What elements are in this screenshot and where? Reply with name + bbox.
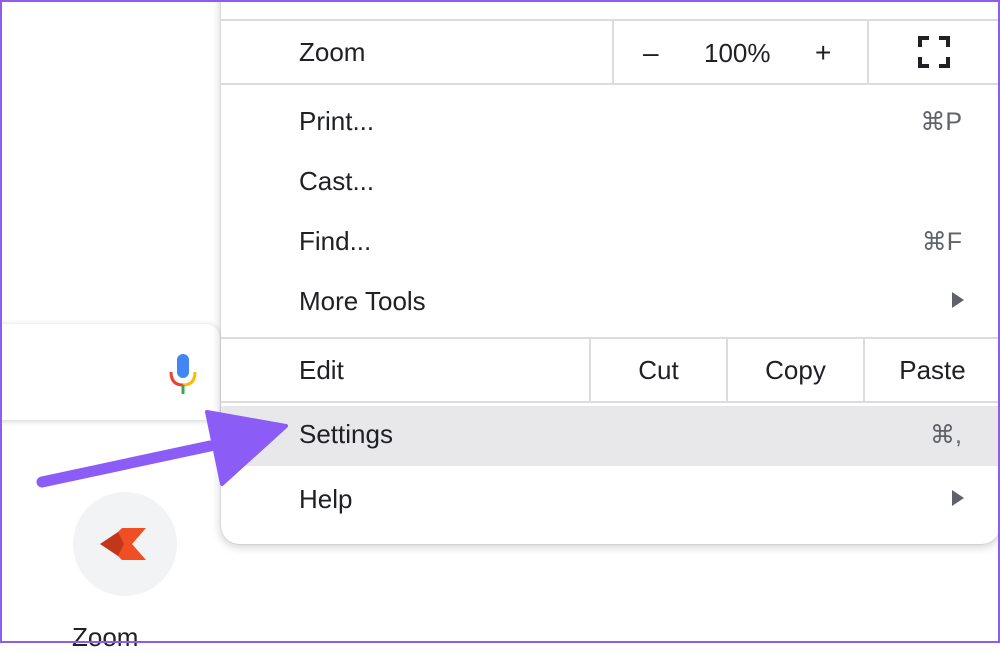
- chrome-menu: Zoom – 100% + Print... ⌘P Cast... Find..…: [221, 0, 1000, 544]
- edit-row: Edit Cut Copy Paste: [221, 339, 1000, 401]
- help-label: Help: [299, 484, 353, 514]
- settings-shortcut: ⌘,: [930, 421, 962, 449]
- find-label: Find...: [299, 226, 372, 256]
- zoom-in-button[interactable]: +: [815, 37, 831, 69]
- zoom-divider: [612, 21, 614, 83]
- find-item[interactable]: Find... ⌘F: [221, 220, 1000, 264]
- copy-button[interactable]: Copy: [728, 339, 863, 401]
- microphone-icon[interactable]: [166, 352, 200, 396]
- settings-label: Settings: [299, 419, 393, 449]
- zoom-out-button[interactable]: –: [643, 37, 659, 69]
- zoom-value: 100%: [704, 38, 771, 68]
- submenu-arrow-icon: [952, 490, 964, 506]
- edit-label: Edit: [299, 355, 344, 385]
- menu-divider: [221, 83, 1000, 85]
- fullscreen-icon[interactable]: [918, 36, 950, 68]
- cast-item[interactable]: Cast...: [221, 160, 1000, 204]
- settings-item[interactable]: Settings ⌘,: [221, 406, 1000, 466]
- shortcut-logo-icon: [100, 528, 146, 560]
- menu-divider: [221, 401, 1000, 403]
- help-item[interactable]: Help: [221, 478, 1000, 522]
- print-item[interactable]: Print... ⌘P: [221, 100, 1000, 144]
- cut-button[interactable]: Cut: [591, 339, 726, 401]
- print-label: Print...: [299, 106, 375, 136]
- paste-button[interactable]: Paste: [865, 339, 1000, 401]
- cast-label: Cast...: [299, 166, 375, 196]
- print-shortcut: ⌘P: [920, 108, 962, 136]
- shortcut-label: Zoom: [72, 622, 139, 652]
- zoom-row: Zoom – 100% +: [221, 21, 1000, 83]
- zoom-label: Zoom: [299, 37, 366, 67]
- submenu-arrow-icon: [952, 292, 964, 308]
- zoom-divider: [867, 21, 869, 83]
- more-tools-item[interactable]: More Tools: [221, 280, 1000, 324]
- find-shortcut: ⌘F: [921, 228, 962, 256]
- more-tools-label: More Tools: [299, 286, 426, 316]
